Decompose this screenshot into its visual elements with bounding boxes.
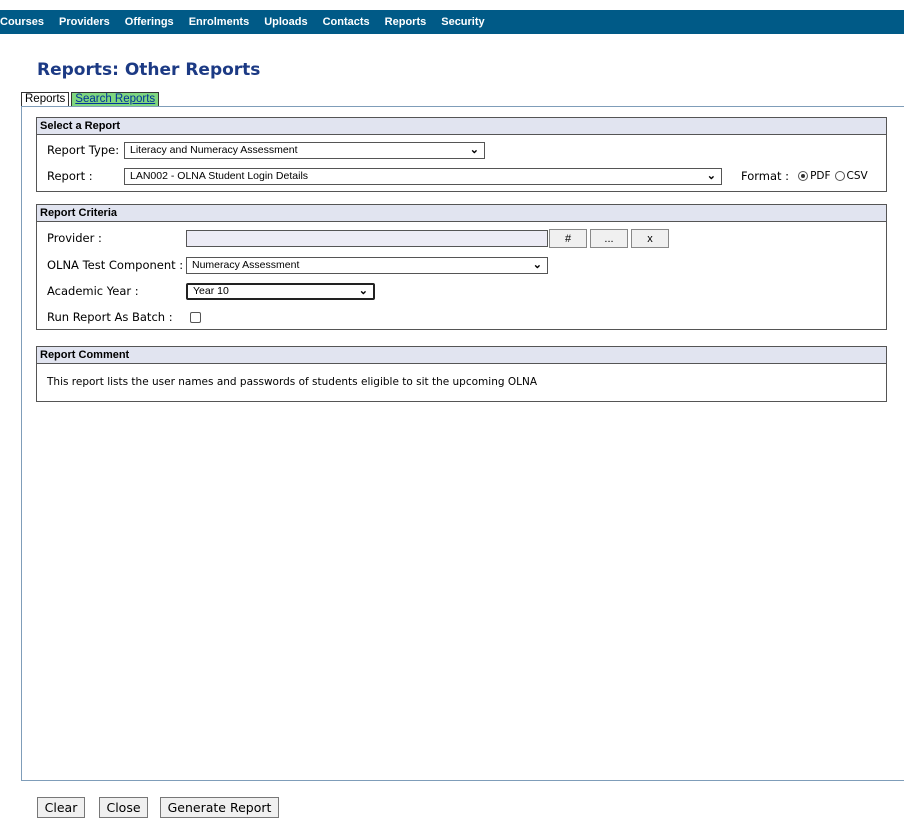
report-comment-section: Report Comment This report lists the use…	[36, 346, 887, 402]
batch-label: Run Report As Batch :	[47, 310, 173, 324]
component-select[interactable]: Numeracy Assessment ⌄	[186, 257, 548, 274]
year-row: Academic Year :	[47, 282, 139, 300]
component-label: OLNA Test Component :	[47, 258, 184, 272]
provider-row: Provider :	[47, 229, 102, 247]
close-button[interactable]: Close	[99, 797, 148, 818]
generate-report-button[interactable]: Generate Report	[160, 797, 279, 818]
section-header: Report Criteria	[37, 205, 886, 222]
report-type-label: Report Type:	[47, 143, 120, 157]
format-pdf-radio[interactable]	[798, 171, 809, 181]
chevron-down-icon: ⌄	[706, 170, 716, 182]
section-header: Report Comment	[37, 347, 886, 364]
chevron-down-icon: ⌄	[532, 259, 542, 271]
provider-clear-button[interactable]: x	[631, 229, 669, 248]
tab-strip: Reports Search Reports	[21, 92, 161, 107]
report-select[interactable]: LAN002 - OLNA Student Login Details ⌄	[124, 168, 722, 185]
run-as-batch-checkbox[interactable]	[190, 312, 201, 323]
nav-courses[interactable]: Courses	[0, 16, 44, 28]
nav-providers[interactable]: Providers	[59, 16, 110, 28]
report-value: LAN002 - OLNA Student Login Details	[130, 170, 309, 182]
section-header: Select a Report	[37, 118, 886, 135]
nav-security[interactable]: Security	[441, 16, 484, 28]
top-nav-bar: Courses Providers Offerings Enrolments U…	[0, 10, 904, 34]
page-title: Reports: Other Reports	[37, 60, 261, 80]
report-comment-text: This report lists the user names and pas…	[47, 376, 537, 388]
component-value: Numeracy Assessment	[192, 259, 300, 271]
format-label: Format :	[741, 169, 790, 183]
academic-year-select[interactable]: Year 10 ⌄	[186, 283, 375, 300]
provider-label: Provider :	[47, 231, 102, 245]
format-group: Format : PDF CSV	[741, 167, 868, 185]
chevron-down-icon: ⌄	[469, 144, 479, 156]
clear-button[interactable]: Clear	[37, 797, 85, 818]
nav-reports[interactable]: Reports	[385, 16, 427, 28]
nav-contacts[interactable]: Contacts	[323, 16, 370, 28]
nav-offerings[interactable]: Offerings	[125, 16, 174, 28]
batch-row: Run Report As Batch :	[47, 308, 173, 326]
provider-hash-button[interactable]: #	[549, 229, 587, 248]
provider-input[interactable]	[186, 230, 548, 247]
year-label: Academic Year :	[47, 284, 139, 298]
format-pdf-label: PDF	[810, 170, 831, 182]
report-type-value: Literacy and Numeracy Assessment	[130, 144, 298, 156]
tab-search-reports[interactable]: Search Reports	[71, 92, 160, 107]
report-row: Report :	[47, 167, 93, 185]
report-criteria-section: Report Criteria Provider : # ... x OLNA …	[36, 204, 887, 330]
year-value: Year 10	[193, 285, 229, 297]
format-csv-radio[interactable]	[834, 171, 845, 181]
comment-row: This report lists the user names and pas…	[47, 373, 537, 391]
report-label: Report :	[47, 169, 93, 183]
nav-uploads[interactable]: Uploads	[264, 16, 307, 28]
format-csv-label: CSV	[846, 170, 868, 182]
tab-reports[interactable]: Reports	[21, 92, 70, 107]
provider-browse-button[interactable]: ...	[590, 229, 628, 248]
nav-enrolments[interactable]: Enrolments	[189, 16, 250, 28]
report-type-select[interactable]: Literacy and Numeracy Assessment ⌄	[124, 142, 485, 159]
component-row: OLNA Test Component :	[47, 256, 183, 274]
select-report-section: Select a Report Report Type: Literacy an…	[36, 117, 887, 192]
chevron-down-icon: ⌄	[358, 285, 368, 297]
report-type-row: Report Type:	[47, 141, 119, 159]
